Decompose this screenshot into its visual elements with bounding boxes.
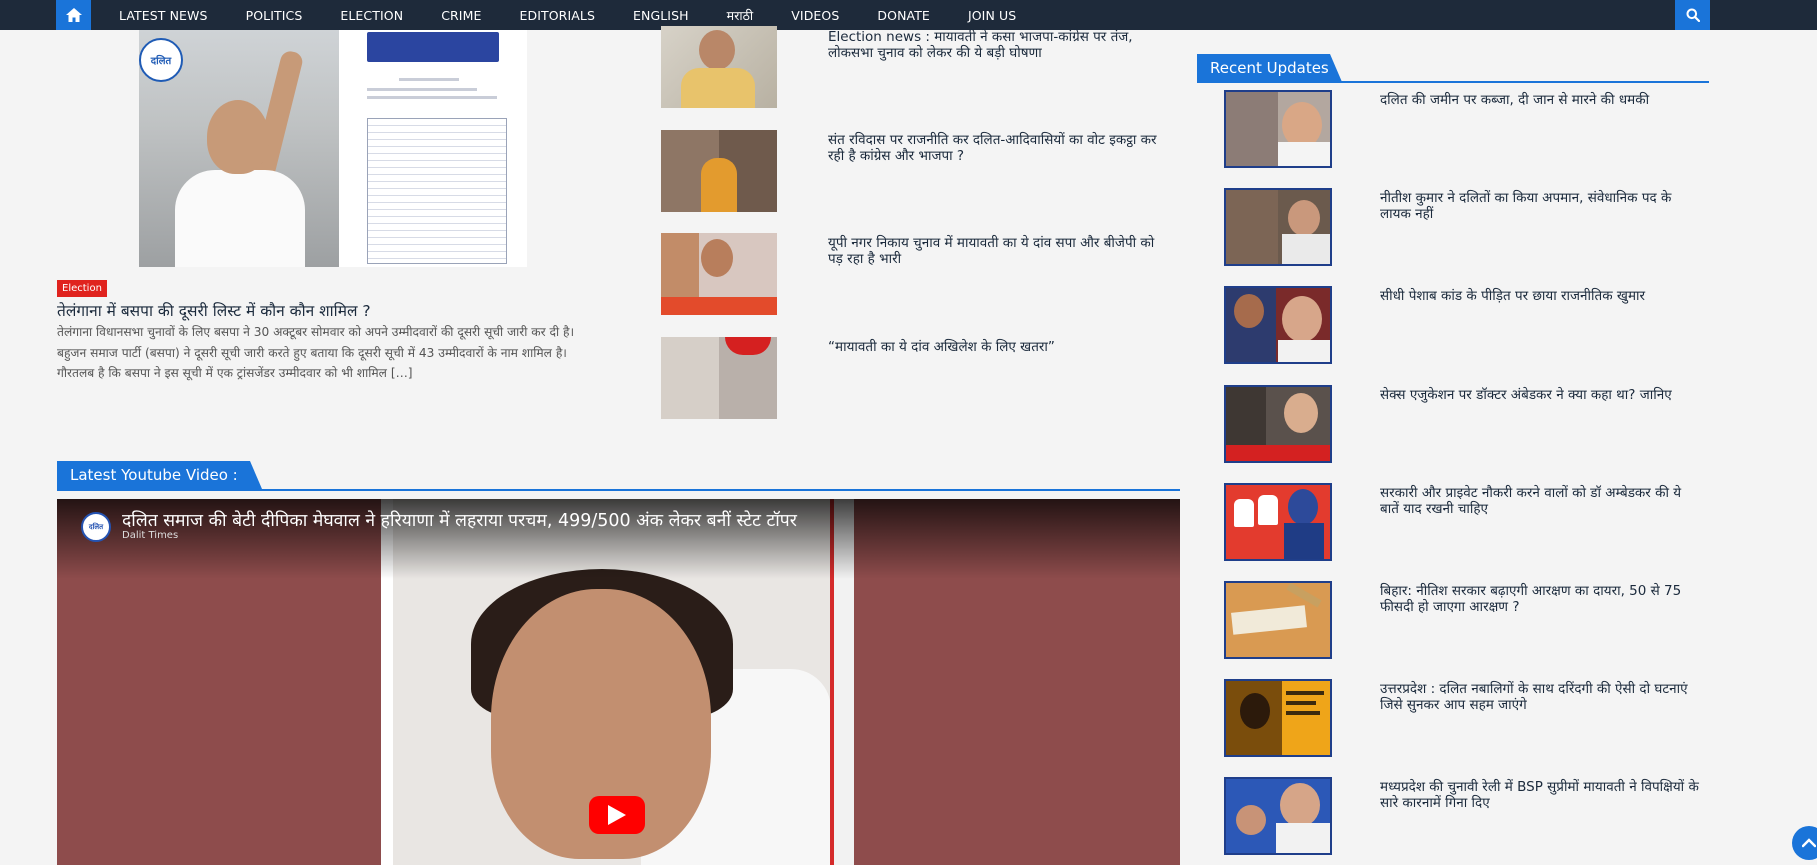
search-button[interactable] xyxy=(1675,0,1710,30)
dalit-times-logo: दलित xyxy=(139,38,183,82)
chevron-up-icon xyxy=(1802,838,1816,848)
recent-update-title[interactable]: मध्यप्रदेश की चुनावी रेली में BSP सुप्री… xyxy=(1380,779,1700,811)
recent-update-thumbnail xyxy=(1224,483,1332,561)
nav-item-donate[interactable]: DONATE xyxy=(858,8,949,23)
nav-item-join-us[interactable]: JOIN US xyxy=(949,8,1035,23)
nav-item-english[interactable]: ENGLISH xyxy=(614,8,708,23)
recent-update-item[interactable]: मध्यप्रदेश की चुनावी रेली में BSP सुप्री… xyxy=(1224,777,1704,859)
document-line xyxy=(367,88,477,91)
candidate-list-document xyxy=(339,30,527,267)
logo-text: दलित xyxy=(150,56,172,67)
article-title[interactable]: यूपी नगर निकाय चुनाव में मायावती का ये द… xyxy=(828,235,1168,267)
recent-update-title[interactable]: दलित की जमीन पर कब्जा, दी जान से मारने क… xyxy=(1380,92,1700,108)
recent-update-item[interactable]: उत्तरप्रदेश : दलित नबालिगों के साथ दरिंद… xyxy=(1224,679,1704,761)
nav-item-latest-news[interactable]: LATEST NEWS xyxy=(100,8,227,23)
recent-update-thumbnail xyxy=(1224,286,1332,364)
scroll-to-top-button[interactable] xyxy=(1792,826,1817,860)
nav-item-videos[interactable]: VIDEOS xyxy=(772,8,858,23)
recent-update-thumbnail xyxy=(1224,188,1332,266)
recent-update-title[interactable]: नीतीश कुमार ने दलितों का किया अपमान, संव… xyxy=(1380,190,1700,222)
recent-update-thumbnail xyxy=(1224,90,1332,168)
recent-update-title[interactable]: सरकारी और प्राइवेट नौकरी करने वालों को ड… xyxy=(1380,485,1700,517)
recent-update-item[interactable]: दलित की जमीन पर कब्जा, दी जान से मारने क… xyxy=(1224,90,1704,172)
article-thumbnail xyxy=(661,130,777,212)
nav-item-crime[interactable]: CRIME xyxy=(422,8,500,23)
nav-item-election[interactable]: ELECTION xyxy=(321,8,422,23)
featured-article-image[interactable]: दलित xyxy=(139,30,527,267)
recent-update-title[interactable]: सीधी पेशाब कांड के पीड़ित पर छाया राजनीत… xyxy=(1380,288,1700,304)
recent-update-title[interactable]: बिहार: नीतिश सरकार बढ़ाएगी आरक्षण का दाय… xyxy=(1380,583,1700,615)
featured-article-excerpt: तेलंगाना विधानसभा चुनावों के लिए बसपा ने… xyxy=(57,325,575,380)
document-table xyxy=(367,118,507,264)
article-list-item[interactable]: यूपी नगर निकाय चुनाव में मायावती का ये द… xyxy=(661,233,1171,315)
youtube-section-heading: Latest Youtube Video : xyxy=(57,461,262,489)
document-header xyxy=(367,32,499,62)
recent-update-thumbnail xyxy=(1224,385,1332,463)
photo-person-body xyxy=(175,170,305,267)
video-title[interactable]: दलित समाज की बेटी दीपिका मेघवाल ने हरिया… xyxy=(122,508,797,532)
recent-update-item[interactable]: सरकारी और प्राइवेट नौकरी करने वालों को ड… xyxy=(1224,483,1704,565)
document-line xyxy=(399,78,459,81)
document-line xyxy=(367,96,497,99)
article-title[interactable]: “मायावती का ये दांव अखिलेश के लिए खतरा” xyxy=(828,339,1168,355)
article-thumbnail xyxy=(661,233,777,315)
article-list-item[interactable]: संत रविदास पर राजनीति कर दलित-आदिवासियों… xyxy=(661,130,1171,212)
youtube-section-rule xyxy=(57,489,1180,491)
nav-item-politics[interactable]: POLITICS xyxy=(227,8,322,23)
recent-update-item[interactable]: नीतीश कुमार ने दलितों का किया अपमान, संव… xyxy=(1224,188,1704,270)
video-channel-name[interactable]: Dalit Times xyxy=(122,530,178,541)
featured-photo: दलित xyxy=(139,30,339,267)
category-tag[interactable]: Election xyxy=(57,280,107,297)
recent-updates-heading: Recent Updates xyxy=(1197,54,1342,82)
youtube-video-player[interactable]: दलित दलित समाज की बेटी दीपिका मेघवाल ने … xyxy=(57,499,1180,865)
article-thumbnail xyxy=(661,337,777,419)
channel-avatar-text: दलित xyxy=(88,522,104,531)
nav-item-editorials[interactable]: EDITORIALS xyxy=(500,8,614,23)
recent-update-item[interactable]: सीधी पेशाब कांड के पीड़ित पर छाया राजनीत… xyxy=(1224,286,1704,368)
play-button[interactable] xyxy=(589,796,645,834)
recent-update-item[interactable]: बिहार: नीतिश सरकार बढ़ाएगी आरक्षण का दाय… xyxy=(1224,581,1704,663)
article-list-item[interactable]: “मायावती का ये दांव अखिलेश के लिए खतरा” xyxy=(661,337,1171,419)
featured-article-title[interactable]: तेलंगाना में बसपा की दूसरी लिस्ट में कौन… xyxy=(57,299,371,321)
article-list-item[interactable]: Election news : मायावती ने कसा भाजपा-कां… xyxy=(661,26,1171,108)
play-icon xyxy=(608,805,626,825)
recent-update-title[interactable]: उत्तरप्रदेश : दलित नबालिगों के साथ दरिंद… xyxy=(1380,681,1700,713)
recent-update-title[interactable]: सेक्स एजुकेशन पर डॉक्टर अंबेडकर ने क्या … xyxy=(1380,387,1700,403)
article-title[interactable]: Election news : मायावती ने कसा भाजपा-कां… xyxy=(828,29,1168,61)
recent-update-thumbnail xyxy=(1224,581,1332,659)
article-thumbnail xyxy=(661,26,777,108)
photo-person-head xyxy=(207,100,269,174)
channel-avatar[interactable]: दलित xyxy=(81,512,111,542)
search-icon xyxy=(1686,8,1700,22)
recent-update-thumbnail xyxy=(1224,777,1332,855)
article-title[interactable]: संत रविदास पर राजनीति कर दलित-आदिवासियों… xyxy=(828,132,1168,164)
recent-update-thumbnail xyxy=(1224,679,1332,757)
home-icon xyxy=(65,8,82,22)
recent-update-item[interactable]: सेक्स एजुकेशन पर डॉक्टर अंबेडकर ने क्या … xyxy=(1224,385,1704,467)
home-button[interactable] xyxy=(56,0,91,30)
nav-item-marathi[interactable]: मराठी xyxy=(708,7,773,24)
